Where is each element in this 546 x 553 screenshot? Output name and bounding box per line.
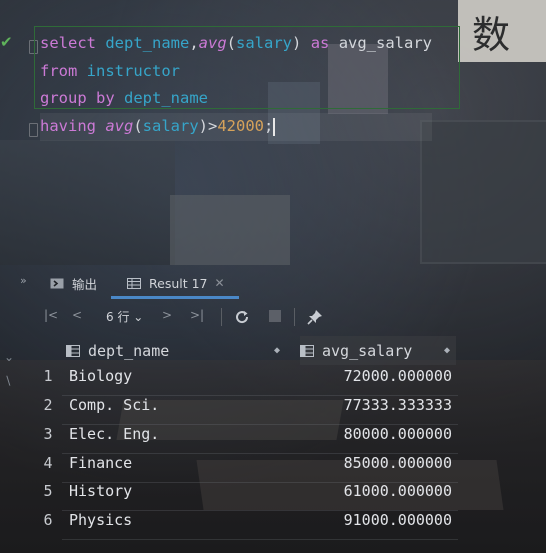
- code-token: instructor: [86, 61, 180, 80]
- tool-window-tabbar: » 输出 Result 17 ✕: [0, 268, 546, 299]
- code-token: dept_name: [124, 89, 208, 108]
- code-token: ;: [264, 117, 274, 136]
- code-token: having: [40, 117, 106, 136]
- active-tab-indicator: [111, 296, 239, 299]
- row-number: 4: [43, 454, 53, 472]
- left-rail: ⌄ ∖: [0, 298, 38, 553]
- pin-icon[interactable]: [306, 308, 324, 326]
- cell-avg-salary[interactable]: 91000.000000: [344, 511, 452, 529]
- column-icon: [300, 344, 314, 357]
- line-marker-icon: [29, 123, 38, 137]
- column-header-label: dept_name: [88, 341, 170, 360]
- check-icon: ✔: [0, 33, 13, 51]
- collapse-chevron-icon[interactable]: ⌄: [4, 350, 14, 364]
- row-number: 5: [43, 482, 53, 500]
- first-page-icon[interactable]: |<: [44, 308, 58, 322]
- table-row[interactable]: 4 Finance 85000.000000: [38, 454, 458, 483]
- code-lines[interactable]: select dept_name,avg(salary) as avg_sala…: [40, 30, 433, 141]
- column-header-label: avg_salary: [322, 341, 413, 360]
- row-number: 2: [43, 396, 53, 414]
- tab-output[interactable]: 输出: [50, 268, 97, 298]
- cell-dept-name[interactable]: Finance: [69, 454, 132, 472]
- previous-page-icon[interactable]: <: [72, 308, 82, 322]
- row-number: 1: [43, 367, 53, 385]
- tab-result[interactable]: Result 17 ✕: [111, 268, 239, 299]
- code-line[interactable]: select dept_name,avg(salary) as avg_sala…: [40, 30, 432, 58]
- code-token: salary: [236, 34, 293, 52]
- more-tabs-icon[interactable]: »: [20, 274, 27, 287]
- table-row[interactable]: 1 Biology 72000.000000: [38, 367, 458, 396]
- stop-icon[interactable]: [269, 310, 281, 322]
- row-number: 6: [43, 511, 53, 529]
- tab-result-label: Result 17: [149, 275, 208, 291]
- code-token: )>: [198, 117, 218, 136]
- column-header-dept-name[interactable]: dept_name ◆: [66, 336, 280, 365]
- text-caret: [273, 117, 275, 136]
- code-token: dept_name: [105, 34, 190, 52]
- code-token: (: [226, 34, 237, 52]
- chevron-down-icon: ⌄: [133, 310, 144, 324]
- bg-cabinet: [170, 195, 290, 265]
- cell-avg-salary[interactable]: 77333.333333: [344, 396, 452, 414]
- row-divider: [62, 539, 458, 540]
- cell-dept-name[interactable]: History: [69, 482, 132, 500]
- code-token: salary: [142, 117, 199, 136]
- row-count-dropdown[interactable]: 6 行 ⌄: [106, 308, 143, 325]
- sql-editor[interactable]: ✔ select dept_name,avg(salary) as avg_sa…: [0, 0, 546, 160]
- table-row[interactable]: 5 History 61000.000000: [38, 482, 458, 511]
- column-header-avg-salary[interactable]: avg_salary ◆: [300, 336, 456, 365]
- code-line[interactable]: group by dept_name: [40, 85, 432, 113]
- cell-avg-salary[interactable]: 85000.000000: [344, 454, 452, 472]
- code-token: avg: [198, 34, 227, 52]
- cell-avg-salary[interactable]: 72000.000000: [344, 367, 452, 385]
- output-icon: [50, 278, 64, 288]
- row-number: 3: [43, 425, 53, 443]
- toolbar-divider: [221, 308, 222, 326]
- table-row[interactable]: 3 Elec. Eng. 80000.000000: [38, 425, 458, 454]
- code-token: (: [133, 117, 143, 136]
- cell-dept-name[interactable]: Physics: [69, 511, 132, 529]
- table-icon: [127, 277, 141, 289]
- code-line[interactable]: from instructor: [40, 58, 432, 86]
- code-token: ,: [189, 34, 199, 52]
- tab-output-label: 输出: [72, 276, 98, 292]
- table-row[interactable]: 2 Comp. Sci. 77333.333333: [38, 396, 458, 425]
- row-count-label: 6 行: [106, 310, 130, 324]
- expand-arrow-icon[interactable]: ∖: [4, 374, 12, 388]
- close-icon[interactable]: ✕: [215, 276, 225, 290]
- cell-dept-name[interactable]: Comp. Sci.: [69, 396, 159, 414]
- code-token: select: [40, 34, 106, 52]
- cell-avg-salary[interactable]: 80000.000000: [344, 425, 452, 443]
- table-row[interactable]: 6 Physics 91000.000000: [38, 511, 458, 540]
- code-token: avg_salary: [338, 34, 433, 52]
- code-token: ): [292, 34, 311, 52]
- refresh-icon[interactable]: [234, 309, 250, 325]
- result-toolbar: |< < 6 行 ⌄ > >|: [0, 300, 546, 334]
- cell-dept-name[interactable]: Elec. Eng.: [69, 425, 159, 443]
- next-page-icon[interactable]: >: [162, 308, 172, 322]
- code-token: from: [40, 61, 87, 80]
- sort-icon[interactable]: ◆: [274, 345, 280, 356]
- column-icon: [66, 344, 80, 357]
- code-token: group by: [40, 89, 124, 108]
- code-token: as: [310, 34, 339, 52]
- code-token: 42000: [217, 117, 265, 136]
- code-token: avg: [105, 117, 134, 136]
- toolbar-divider: [294, 308, 295, 326]
- cell-avg-salary[interactable]: 61000.000000: [344, 482, 452, 500]
- code-line[interactable]: having avg(salary)>42000;: [40, 113, 433, 141]
- last-page-icon[interactable]: >|: [190, 308, 204, 322]
- cell-dept-name[interactable]: Biology: [69, 367, 132, 385]
- sort-icon[interactable]: ◆: [444, 345, 456, 356]
